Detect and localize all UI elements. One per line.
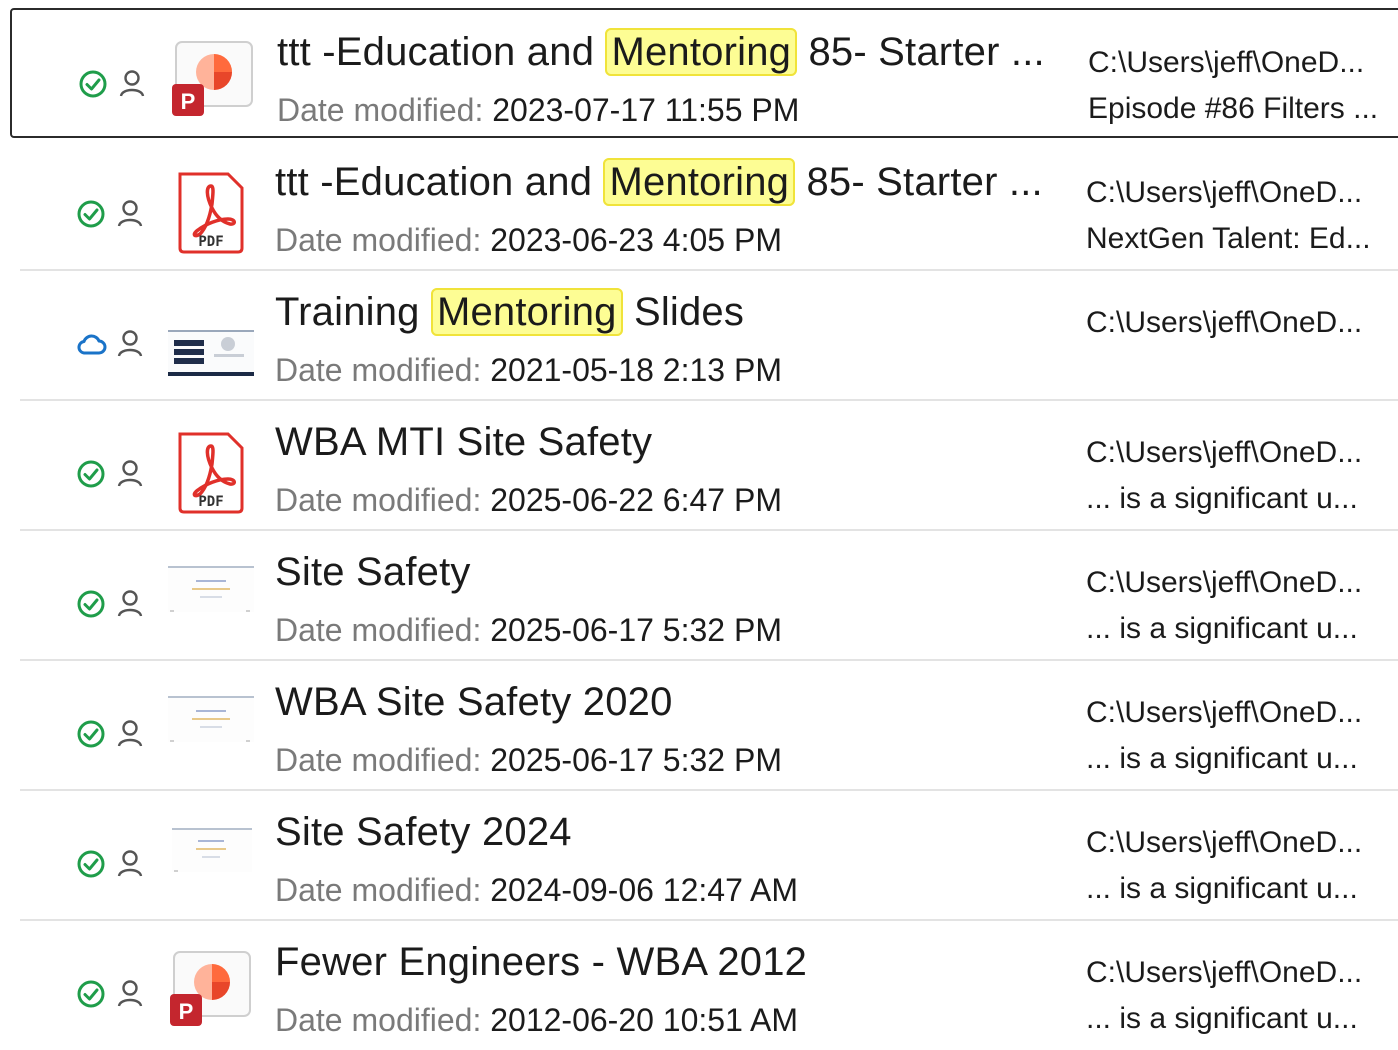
document-thumbnail-icon bbox=[168, 566, 254, 612]
person-icon bbox=[117, 720, 143, 747]
result-row[interactable]: PDF ttt -Education and Mentoring 85- Sta… bbox=[0, 140, 1398, 271]
synced-check-icon bbox=[77, 200, 105, 228]
person-icon bbox=[117, 330, 143, 357]
date-modified: Date modified: 2024-09-06 12:47 AM bbox=[275, 872, 798, 908]
date-modified: Date modified: 2023-06-23 4:05 PM bbox=[275, 222, 782, 258]
content-snippet: ... is a significant u... bbox=[1086, 872, 1358, 905]
svg-text:PDF: PDF bbox=[198, 494, 223, 510]
person-icon bbox=[117, 200, 143, 227]
pdf-file-icon: PDF bbox=[178, 432, 244, 514]
result-row[interactable]: P ttt -Education and Mentoring 85- Start… bbox=[10, 8, 1398, 138]
result-title[interactable]: Fewer Engineers - WBA 2012 bbox=[275, 940, 807, 985]
result-title[interactable]: Site Safety 2024 bbox=[275, 810, 572, 855]
document-thumbnail-icon bbox=[172, 828, 252, 872]
content-snippet: ... is a significant u... bbox=[1086, 742, 1358, 775]
content-snippet: Episode #86 Filters ... bbox=[1088, 92, 1379, 125]
synced-check-icon bbox=[77, 980, 105, 1008]
search-term-highlight: Mentoring bbox=[430, 288, 623, 336]
file-path: C:\Users\jeff\OneD... bbox=[1086, 696, 1363, 729]
date-modified: Date modified: 2021-05-18 2:13 PM bbox=[275, 352, 782, 388]
result-title[interactable]: ttt -Education and Mentoring 85- Starter… bbox=[277, 28, 1045, 76]
svg-text:P: P bbox=[179, 999, 194, 1024]
svg-text:P: P bbox=[181, 89, 196, 114]
content-snippet: ... is a significant u... bbox=[1086, 482, 1358, 515]
content-snippet: NextGen Talent: Ed... bbox=[1086, 222, 1371, 255]
person-icon bbox=[117, 850, 143, 877]
file-path: C:\Users\jeff\OneD... bbox=[1086, 436, 1363, 469]
result-row[interactable]: Site Safety 2024 Date modified: 2024-09-… bbox=[0, 790, 1398, 921]
result-title[interactable]: WBA MTI Site Safety bbox=[275, 420, 652, 465]
synced-check-icon bbox=[77, 590, 105, 618]
synced-check-icon bbox=[77, 720, 105, 748]
synced-check-icon bbox=[77, 850, 105, 878]
file-path: C:\Users\jeff\OneD... bbox=[1086, 306, 1363, 339]
date-modified: Date modified: 2025-06-22 6:47 PM bbox=[275, 482, 782, 518]
date-modified: Date modified: 2025-06-17 5:32 PM bbox=[275, 612, 782, 648]
powerpoint-file-icon: P bbox=[172, 41, 253, 116]
search-results-list: P ttt -Education and Mentoring 85- Start… bbox=[0, 0, 1398, 1038]
cloud-icon bbox=[77, 334, 107, 355]
search-term-highlight: Mentoring bbox=[603, 158, 796, 206]
content-snippet: ... is a significant u... bbox=[1086, 612, 1358, 645]
synced-check-icon bbox=[77, 460, 105, 488]
file-path: C:\Users\jeff\OneD... bbox=[1086, 566, 1363, 599]
result-row[interactable]: Site Safety Date modified: 2025-06-17 5:… bbox=[0, 530, 1398, 661]
result-title[interactable]: ttt -Education and Mentoring 85- Starter… bbox=[275, 158, 1043, 206]
result-title[interactable]: Training Mentoring Slides bbox=[275, 288, 744, 336]
file-path: C:\Users\jeff\OneD... bbox=[1088, 46, 1365, 79]
synced-check-icon bbox=[79, 70, 107, 98]
file-path: C:\Users\jeff\OneD... bbox=[1086, 826, 1363, 859]
result-title[interactable]: WBA Site Safety 2020 bbox=[275, 680, 673, 725]
result-row[interactable]: PDF WBA MTI Site Safety Date modified: 2… bbox=[0, 400, 1398, 531]
date-modified: Date modified: 2023-07-17 11:55 PM bbox=[277, 92, 800, 128]
file-path: C:\Users\jeff\OneD... bbox=[1086, 176, 1363, 209]
svg-text:PDF: PDF bbox=[198, 234, 223, 250]
person-icon bbox=[117, 460, 143, 487]
person-icon bbox=[117, 980, 143, 1007]
result-row[interactable]: Training Mentoring Slides Date modified:… bbox=[0, 270, 1398, 401]
result-title[interactable]: Site Safety bbox=[275, 550, 471, 595]
date-modified: Date modified: 2025-06-17 5:32 PM bbox=[275, 742, 782, 778]
slides-thumbnail-icon bbox=[168, 330, 254, 376]
file-path: C:\Users\jeff\OneD... bbox=[1086, 956, 1363, 989]
date-modified: Date modified: 2012-06-20 10:51 AM bbox=[275, 1002, 798, 1038]
document-thumbnail-icon bbox=[168, 696, 254, 742]
search-term-highlight: Mentoring bbox=[605, 28, 798, 76]
result-row[interactable]: WBA Site Safety 2020 Date modified: 2025… bbox=[0, 660, 1398, 791]
powerpoint-file-icon: P bbox=[170, 951, 251, 1026]
person-icon bbox=[119, 70, 145, 97]
pdf-file-icon: PDF bbox=[178, 172, 244, 254]
person-icon bbox=[117, 590, 143, 617]
